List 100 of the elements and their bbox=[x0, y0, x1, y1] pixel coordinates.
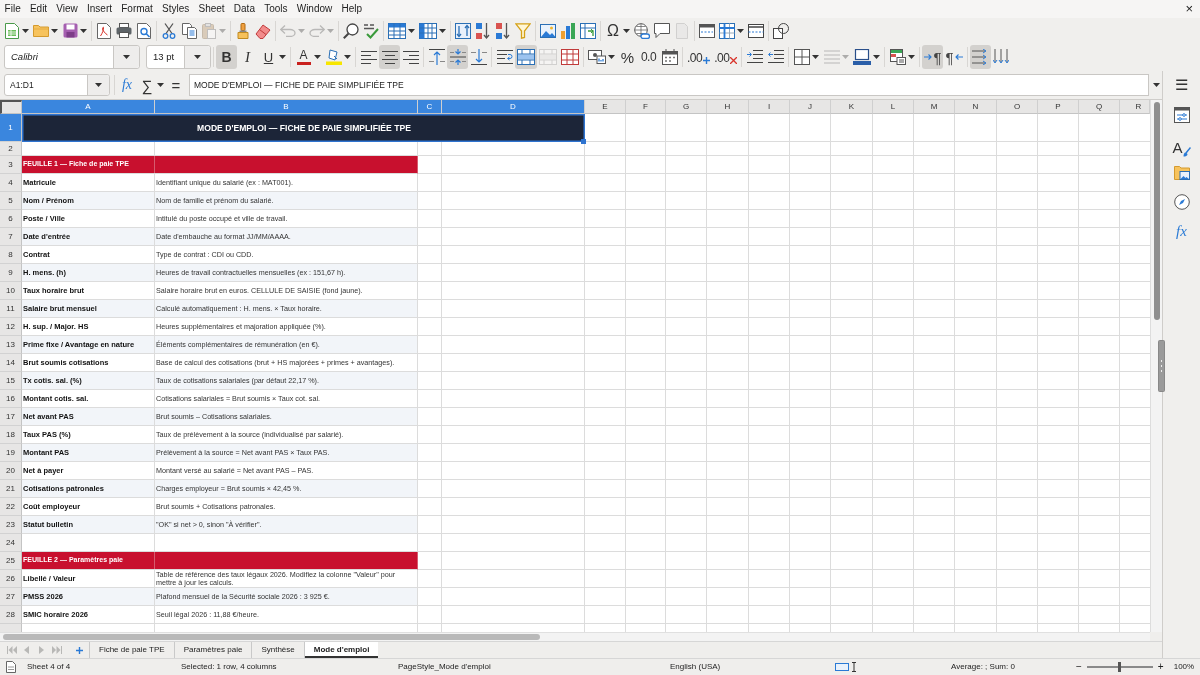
outdent-icon[interactable] bbox=[767, 50, 784, 64]
caret-icon[interactable] bbox=[80, 28, 87, 33]
row-header[interactable]: 1 bbox=[0, 114, 22, 142]
percent-button[interactable]: % bbox=[617, 45, 638, 69]
picture-folder-icon[interactable] bbox=[1173, 165, 1190, 180]
row-header[interactable]: 24 bbox=[0, 534, 22, 552]
caret-icon[interactable] bbox=[608, 55, 615, 59]
column-header[interactable]: E bbox=[585, 100, 626, 114]
caret-icon[interactable] bbox=[344, 55, 351, 59]
row-header[interactable]: 17 bbox=[0, 408, 22, 426]
formula-input[interactable]: MODE D'EMPLOI — FICHE DE PAIE SIMPLIFIÉE TPE bbox=[189, 74, 1149, 96]
row-header[interactable]: 18 bbox=[0, 426, 22, 444]
sidebar-menu-button[interactable]: ☰ bbox=[1166, 71, 1197, 98]
left-to-right-button[interactable]: ¶ bbox=[922, 45, 944, 69]
row-header[interactable]: 19 bbox=[0, 444, 22, 462]
row-header[interactable]: 3 bbox=[0, 156, 22, 174]
row-header[interactable]: 20 bbox=[0, 462, 22, 480]
bold-button[interactable]: B bbox=[216, 45, 237, 69]
caret-icon[interactable] bbox=[812, 55, 820, 59]
row-header[interactable]: 28 bbox=[0, 606, 22, 624]
row-header[interactable]: 12 bbox=[0, 318, 22, 336]
caret-icon[interactable] bbox=[95, 83, 102, 87]
banknote-icon[interactable] bbox=[588, 50, 606, 64]
special-character-button[interactable]: Ω bbox=[603, 19, 623, 42]
functions-button[interactable]: fx bbox=[1167, 217, 1196, 244]
row-header[interactable]: 22 bbox=[0, 498, 22, 516]
caret-icon[interactable] bbox=[51, 28, 58, 33]
expand-caret-icon[interactable] bbox=[1153, 83, 1160, 87]
grip-handle-icon[interactable] bbox=[1158, 340, 1165, 392]
column-header[interactable]: L bbox=[873, 100, 914, 114]
row-header[interactable]: 4 bbox=[0, 174, 22, 192]
zoom-out-button[interactable]: − bbox=[1074, 662, 1084, 672]
caret-icon[interactable] bbox=[408, 28, 415, 33]
column-header[interactable]: K bbox=[831, 100, 873, 114]
column-header[interactable]: Q bbox=[1079, 100, 1120, 114]
number-format-button[interactable]: 0.0 bbox=[638, 45, 659, 69]
caret-icon[interactable] bbox=[314, 55, 321, 59]
arrow-left-icon[interactable] bbox=[954, 54, 963, 60]
row-header[interactable]: 6 bbox=[0, 210, 22, 228]
column-header[interactable]: N bbox=[955, 100, 997, 114]
zoom-in-button[interactable]: + bbox=[1155, 662, 1166, 672]
caret-icon[interactable] bbox=[279, 55, 286, 59]
dropdown-button[interactable] bbox=[113, 46, 139, 68]
column-header[interactable]: D bbox=[442, 100, 585, 114]
column-header[interactable]: J bbox=[790, 100, 831, 114]
underline-button[interactable]: U bbox=[258, 45, 279, 69]
arrow-right-icon[interactable] bbox=[924, 54, 933, 60]
caret-icon[interactable] bbox=[157, 83, 164, 87]
right-to-left-button[interactable]: ¶ bbox=[943, 45, 965, 69]
delete-decimal-button[interactable]: .00 bbox=[712, 45, 740, 69]
fill-handle-icon[interactable] bbox=[581, 139, 586, 144]
plus-icon[interactable] bbox=[703, 57, 711, 64]
align-left-icon[interactable] bbox=[360, 50, 377, 64]
properties-panel-icon[interactable] bbox=[1173, 106, 1190, 123]
column-header[interactable]: G bbox=[666, 100, 707, 114]
menu-item[interactable]: Format bbox=[116, 1, 158, 17]
menu-item[interactable]: Edit bbox=[25, 1, 52, 17]
column-header[interactable]: F bbox=[626, 100, 666, 114]
row-header[interactable]: 2 bbox=[0, 142, 22, 156]
column-header[interactable]: P bbox=[1038, 100, 1079, 114]
align-right-icon[interactable] bbox=[402, 50, 419, 64]
row-header[interactable]: 14 bbox=[0, 354, 22, 372]
row-header[interactable]: 9 bbox=[0, 264, 22, 282]
column-header[interactable]: C bbox=[418, 100, 442, 114]
horizontal-scrollbar[interactable] bbox=[0, 632, 1150, 641]
vertical-scrollbar[interactable] bbox=[1150, 100, 1162, 632]
name-box-field[interactable]: A1:D1 bbox=[4, 74, 110, 96]
compass-icon[interactable] bbox=[1173, 193, 1190, 210]
row-header[interactable]: 27 bbox=[0, 588, 22, 606]
font-size-combobox[interactable]: 13 pt bbox=[146, 45, 211, 69]
row-header[interactable]: 25 bbox=[0, 552, 22, 570]
brush-icon[interactable] bbox=[1182, 147, 1191, 157]
caret-icon[interactable] bbox=[194, 55, 201, 59]
scrollbar-thumb[interactable] bbox=[1154, 102, 1160, 320]
caret-icon[interactable] bbox=[623, 28, 630, 33]
sum-button[interactable]: ∑ bbox=[137, 74, 157, 96]
row-header[interactable]: 15 bbox=[0, 372, 22, 390]
column-header[interactable]: R bbox=[1120, 100, 1150, 114]
sheet-tab[interactable]: Mode d'emploi bbox=[303, 642, 379, 658]
row-header[interactable]: 11 bbox=[0, 300, 22, 318]
align-center-button[interactable] bbox=[379, 45, 400, 69]
row-header[interactable]: 21 bbox=[0, 480, 22, 498]
italic-button[interactable]: I bbox=[237, 45, 258, 69]
font-name-combobox[interactable]: Calibri bbox=[4, 45, 140, 69]
caret-icon[interactable] bbox=[873, 55, 881, 59]
dropdown-button[interactable] bbox=[87, 75, 109, 95]
caret-icon[interactable] bbox=[737, 28, 744, 33]
align-center-icon[interactable] bbox=[381, 50, 398, 64]
menu-item[interactable]: Insert bbox=[82, 1, 117, 17]
menu-item[interactable]: Help bbox=[336, 1, 367, 17]
close-document-button[interactable]: × bbox=[1182, 1, 1196, 17]
row-header[interactable]: 13 bbox=[0, 336, 22, 354]
caret-icon[interactable] bbox=[908, 55, 916, 59]
column-header[interactable]: B bbox=[155, 100, 418, 114]
select-all-corner[interactable] bbox=[0, 100, 22, 114]
row-header[interactable]: 10 bbox=[0, 282, 22, 300]
menu-item[interactable]: Data bbox=[229, 1, 260, 17]
plus-icon[interactable] bbox=[76, 646, 83, 654]
add-decimal-button[interactable]: .00 bbox=[685, 45, 713, 69]
row-header[interactable]: 7 bbox=[0, 228, 22, 246]
